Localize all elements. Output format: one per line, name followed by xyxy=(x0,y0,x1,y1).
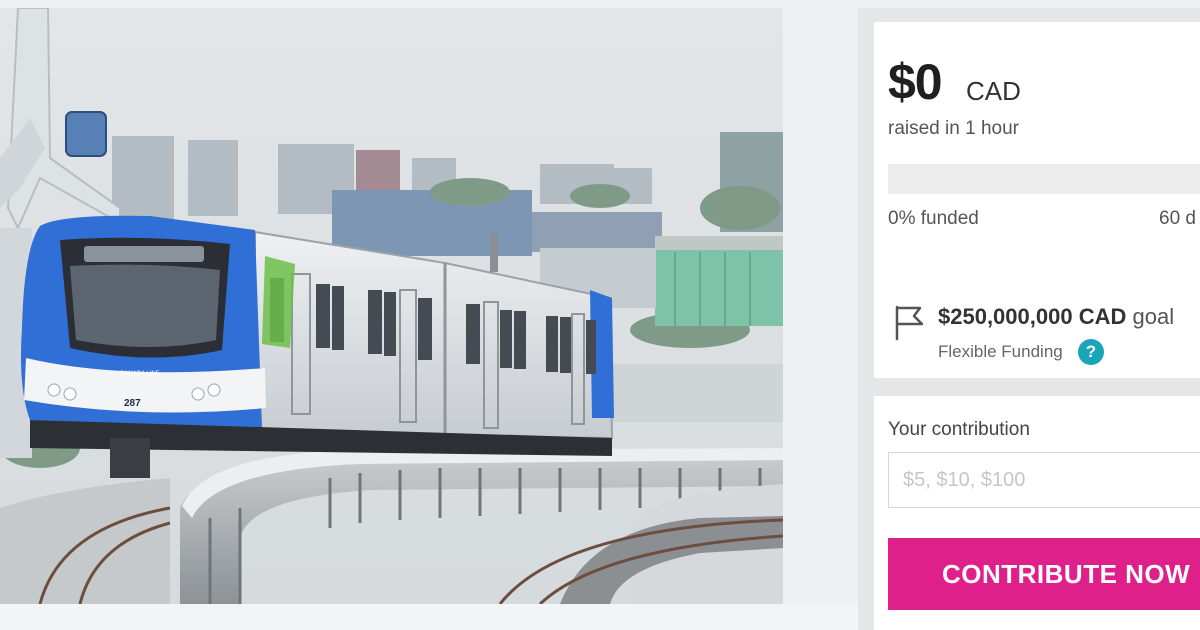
train-brand-label: CANADA LINE xyxy=(120,371,160,377)
raised-currency: CAD xyxy=(966,76,1021,106)
contribution-amount-input[interactable] xyxy=(888,452,1200,508)
campaign-hero-image: CANADA LINE 287 xyxy=(0,8,783,604)
contribute-now-button[interactable]: CONTRIBUTE NOW xyxy=(888,538,1200,610)
funded-percentage: 0% funded xyxy=(888,208,979,229)
train-car-number: 287 xyxy=(124,398,141,409)
help-icon[interactable]: ? xyxy=(1078,339,1104,365)
skytrain-photo: CANADA LINE 287 xyxy=(0,8,783,604)
raised-amount: $0 xyxy=(888,54,943,110)
funding-type-label: Flexible Funding xyxy=(938,342,1063,361)
goal-word: goal xyxy=(1132,304,1175,329)
funding-progress-bar xyxy=(888,164,1200,194)
funding-goal: $250,000,000 CAD goal xyxy=(938,304,1174,330)
goal-amount: $250,000,000 CAD xyxy=(938,304,1127,329)
days-left: 60 d xyxy=(1159,208,1196,229)
raised-time: raised in 1 hour xyxy=(888,118,1019,139)
flag-icon xyxy=(895,305,924,341)
contribution-label: Your contribution xyxy=(888,419,1030,440)
